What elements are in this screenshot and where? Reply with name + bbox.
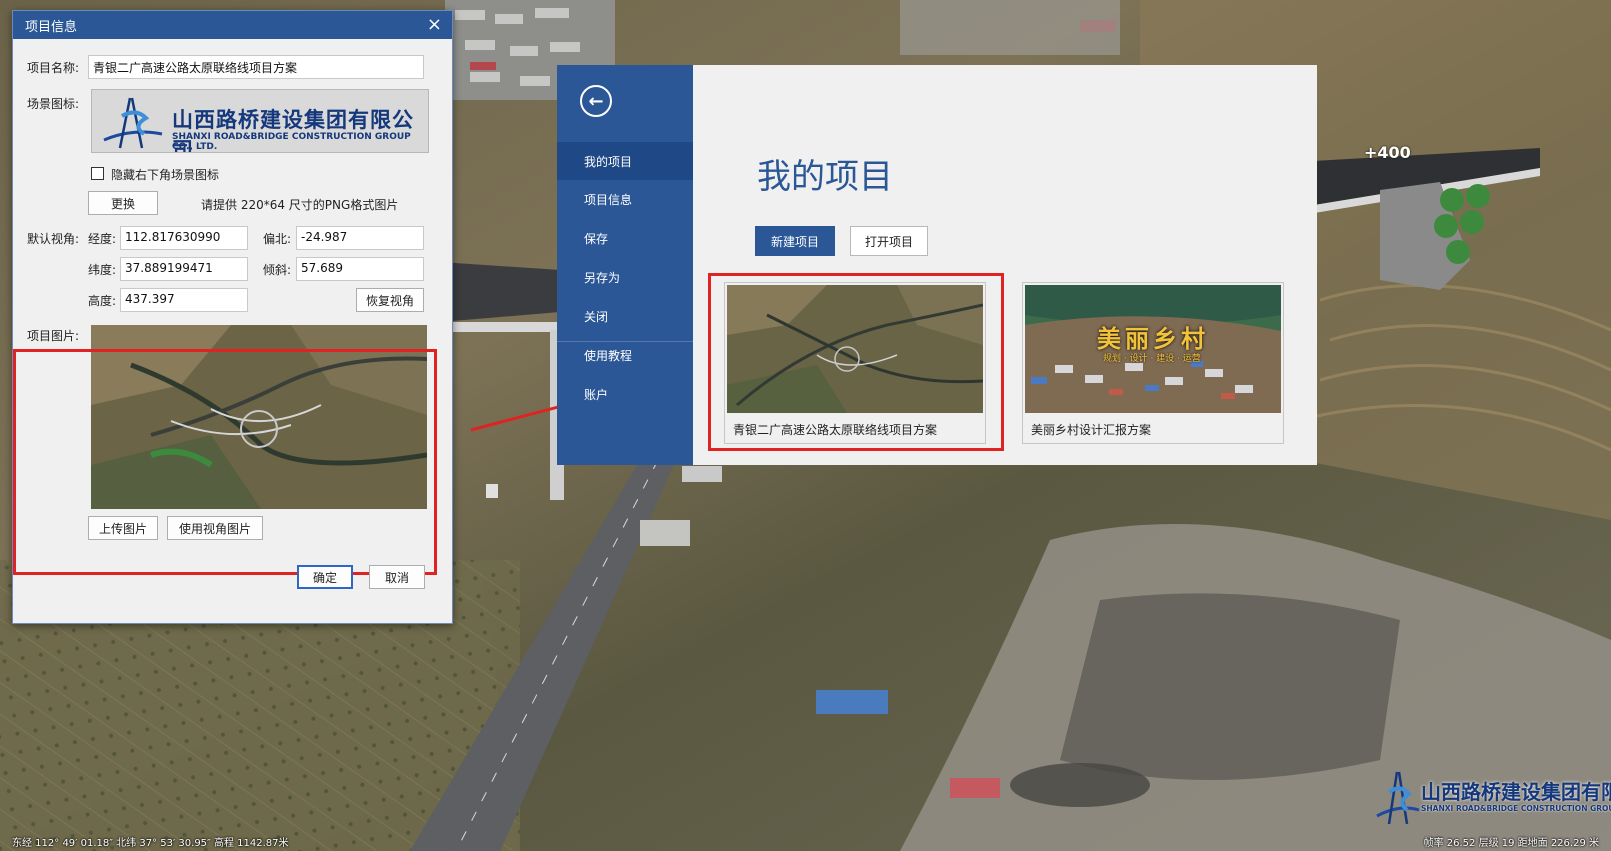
replace-logo-button[interactable]: 更换 — [88, 191, 158, 215]
scene-corner-logo: 山西路桥建设集团有限公司 SHANXI ROAD&BRIDGE CONSTRUC… — [1375, 768, 1611, 828]
latitude-input[interactable]: 37.889199471 — [120, 257, 248, 281]
backstage-content: 我的项目 新建项目 打开项目 青银二广高速公路太原联络线项目方案 美丽乡村 规划… — [693, 65, 1317, 465]
project-card[interactable]: 青银二广高速公路太原联络线项目方案 — [724, 282, 986, 444]
logo-english-text: SHANXI ROAD&BRIDGE CONSTRUCTION GROUP CO… — [172, 132, 411, 152]
project-name: 青银二广高速公路太原联络线项目方案 — [733, 423, 938, 437]
heading-label: 偏北: — [263, 232, 292, 246]
upload-image-button[interactable]: 上传图片 — [88, 516, 158, 540]
dialog-body: 项目名称: 青银二广高速公路太原联络线项目方案 场景图标: 山西路桥建设集团有限… — [13, 39, 452, 623]
coordinate-readout: 东经 112° 49′ 01.18″ 北纬 37° 53′ 30.95″ 高程 … — [12, 838, 289, 849]
project-thumbnail — [727, 285, 983, 413]
nav-save[interactable]: 保存 — [557, 219, 693, 257]
dialog-title: 项目信息 — [25, 19, 78, 35]
project-card[interactable]: 美丽乡村 规划 · 设计 · 建设 · 运营 美丽乡村设计汇报方案 — [1022, 282, 1284, 444]
tilt-input[interactable]: 57.689 — [296, 257, 424, 281]
nav-close[interactable]: 关闭 — [557, 297, 693, 335]
scene-logo-chinese-text: 山西路桥建设集团有限公司 — [1421, 780, 1611, 804]
project-thumbnail: 美丽乡村 规划 · 设计 · 建设 · 运营 — [1025, 285, 1281, 413]
restore-view-button[interactable]: 恢复视角 — [356, 288, 424, 312]
project-name-input[interactable]: 青银二广高速公路太原联络线项目方案 — [88, 55, 424, 79]
nav-project-info[interactable]: 项目信息 — [557, 180, 693, 218]
hide-scene-logo-label: 隐藏右下角场景图标 — [111, 168, 220, 182]
dialog-titlebar[interactable]: 项目信息 × — [13, 11, 452, 39]
default-view-label: 默认视角: — [27, 232, 80, 246]
thumb-subtitle: 规划 · 设计 · 建设 · 运营 — [1103, 354, 1201, 364]
backstage-panel: ← 我的项目 项目信息 保存 另存为 关闭 使用教程 账户 我的项目 新建项目 … — [557, 65, 1317, 465]
back-arrow-icon[interactable]: ← — [580, 85, 612, 117]
nav-save-as[interactable]: 另存为 — [557, 258, 693, 296]
nav-my-projects[interactable]: 我的项目 — [557, 142, 693, 180]
project-name-label: 项目名称: — [27, 61, 80, 75]
scene-icon-label: 场景图标: — [27, 97, 80, 111]
ok-button[interactable]: 确定 — [297, 565, 353, 589]
heading-input[interactable]: -24.987 — [296, 226, 424, 250]
close-icon[interactable]: × — [427, 16, 442, 34]
hide-scene-logo-checkbox[interactable] — [91, 167, 104, 180]
latitude-label: 纬度: — [88, 263, 117, 277]
thumb-title: 美丽乡村 — [1097, 324, 1209, 353]
company-emblem-icon — [92, 90, 172, 152]
cancel-button[interactable]: 取消 — [369, 565, 425, 589]
longitude-input[interactable]: 112.817630990 — [120, 226, 248, 250]
company-emblem-icon — [1376, 771, 1420, 825]
project-name: 美丽乡村设计汇报方案 — [1031, 423, 1152, 437]
tilt-label: 倾斜: — [263, 263, 292, 277]
height-label: 高度: — [88, 294, 117, 308]
render-stats-readout: 帧率 26.52 层级 19 距地面 226.29 米 — [1423, 838, 1599, 849]
backstage-nav: ← 我的项目 项目信息 保存 另存为 关闭 使用教程 账户 — [557, 65, 693, 465]
project-image-label: 项目图片: — [27, 329, 80, 343]
project-image-preview[interactable] — [91, 325, 427, 509]
open-project-button[interactable]: 打开项目 — [850, 226, 928, 256]
scene-logo-preview: 山西路桥建设集团有限公司 SHANXI ROAD&BRIDGE CONSTRUC… — [91, 89, 429, 153]
scene-logo-english-text: SHANXI ROAD&BRIDGE CONSTRUCTION GROUP CO… — [1421, 804, 1611, 813]
png-size-hint: 请提供 220*64 尺寸的PNG格式图片 — [201, 198, 399, 212]
height-input[interactable]: 437.397 — [120, 288, 248, 312]
use-view-image-button[interactable]: 使用视角图片 — [167, 516, 263, 540]
project-info-dialog: 项目信息 × 项目名称: 青银二广高速公路太原联络线项目方案 场景图标: 山西路… — [12, 10, 453, 624]
elevation-marker: +400 — [1364, 143, 1411, 162]
page-title: 我的项目 — [757, 157, 893, 197]
new-project-button[interactable]: 新建项目 — [755, 226, 835, 256]
longitude-label: 经度: — [88, 232, 117, 246]
nav-account[interactable]: 账户 — [557, 375, 693, 413]
nav-tutorial[interactable]: 使用教程 — [557, 336, 693, 374]
